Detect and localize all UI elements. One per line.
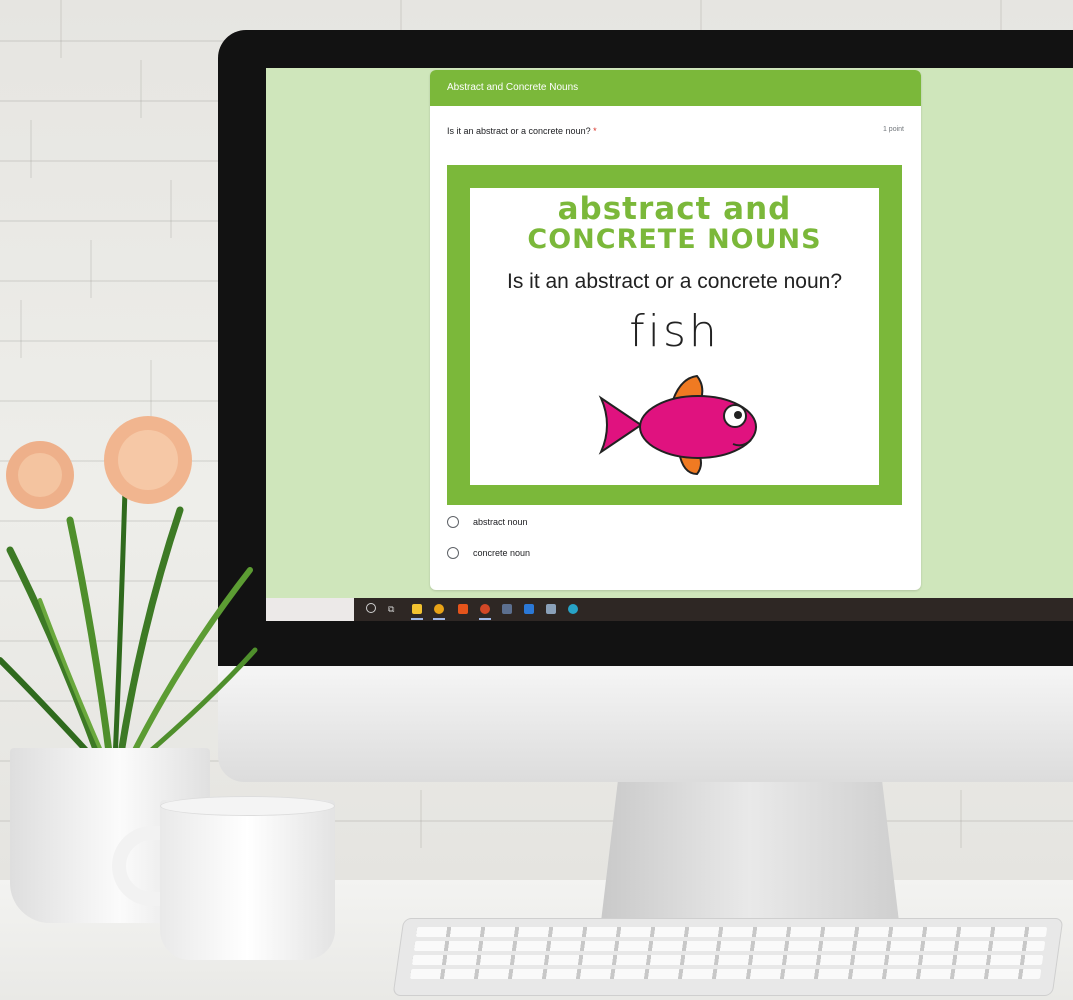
acrobat-icon[interactable] xyxy=(502,604,512,614)
image-word: fish xyxy=(629,306,720,357)
coffee-cup xyxy=(160,800,335,960)
radio-button[interactable] xyxy=(447,547,459,559)
monitor-chin xyxy=(218,664,1073,782)
brick-joint xyxy=(960,790,962,848)
required-asterisk: * xyxy=(593,126,597,136)
brick-joint xyxy=(140,60,142,118)
active-indicator xyxy=(433,618,445,620)
cup-rim xyxy=(160,796,335,816)
question-image: abstract and CONCRETE NOUNS Is it an abs… xyxy=(447,165,902,505)
taskbar-left-area xyxy=(266,598,354,621)
taskbar: ⧉ xyxy=(266,598,1073,621)
key-row xyxy=(409,969,1042,979)
image-question: Is it an abstract or a concrete noun? xyxy=(506,270,843,293)
plant-leaves xyxy=(0,416,258,764)
question-row: Is it an abstract or a concrete noun? * … xyxy=(447,126,904,140)
office-icon[interactable] xyxy=(458,604,468,614)
app-icon[interactable] xyxy=(546,604,556,614)
question-title: Is it an abstract or a concrete noun? * xyxy=(447,126,597,136)
fish-tail xyxy=(598,395,643,455)
chrome-icon[interactable] xyxy=(434,604,444,614)
file-explorer-icon[interactable] xyxy=(412,604,422,614)
active-indicator xyxy=(479,618,491,620)
option-label: concrete noun xyxy=(473,548,531,558)
image-title-line2: CONCRETE NOUNS xyxy=(527,224,822,255)
brick-joint xyxy=(170,180,172,238)
option-label: abstract noun xyxy=(473,517,528,527)
powerpoint-icon[interactable] xyxy=(480,604,490,614)
fish-illustration xyxy=(598,374,757,476)
question-text: Is it an abstract or a concrete noun? xyxy=(447,126,591,136)
mail-icon[interactable] xyxy=(524,604,534,614)
edge-icon[interactable] xyxy=(568,604,578,614)
question-points: 1 point xyxy=(882,126,904,133)
key-row xyxy=(415,927,1048,937)
image-title-line1: abstract and xyxy=(557,191,792,227)
radio-button[interactable] xyxy=(447,516,459,528)
active-indicator xyxy=(411,618,423,620)
brick-joint xyxy=(420,790,422,848)
brick-joint xyxy=(90,240,92,298)
key-row xyxy=(411,955,1044,965)
form-header: Abstract and Concrete Nouns xyxy=(430,70,921,106)
monitor-stand xyxy=(600,780,900,930)
task-view-icon[interactable]: ⧉ xyxy=(388,604,394,614)
brick-joint xyxy=(30,120,32,178)
brick-joint xyxy=(20,300,22,358)
brick-joint xyxy=(60,0,62,58)
monitor-screen: Abstract and Concrete Nouns Is it an abs… xyxy=(266,68,1073,621)
keyboard xyxy=(392,918,1064,996)
search-icon[interactable] xyxy=(366,603,376,613)
key-row xyxy=(413,941,1046,951)
form-card: Abstract and Concrete Nouns Is it an abs… xyxy=(430,70,921,590)
question-image-inner: abstract and CONCRETE NOUNS Is it an abs… xyxy=(470,188,879,485)
